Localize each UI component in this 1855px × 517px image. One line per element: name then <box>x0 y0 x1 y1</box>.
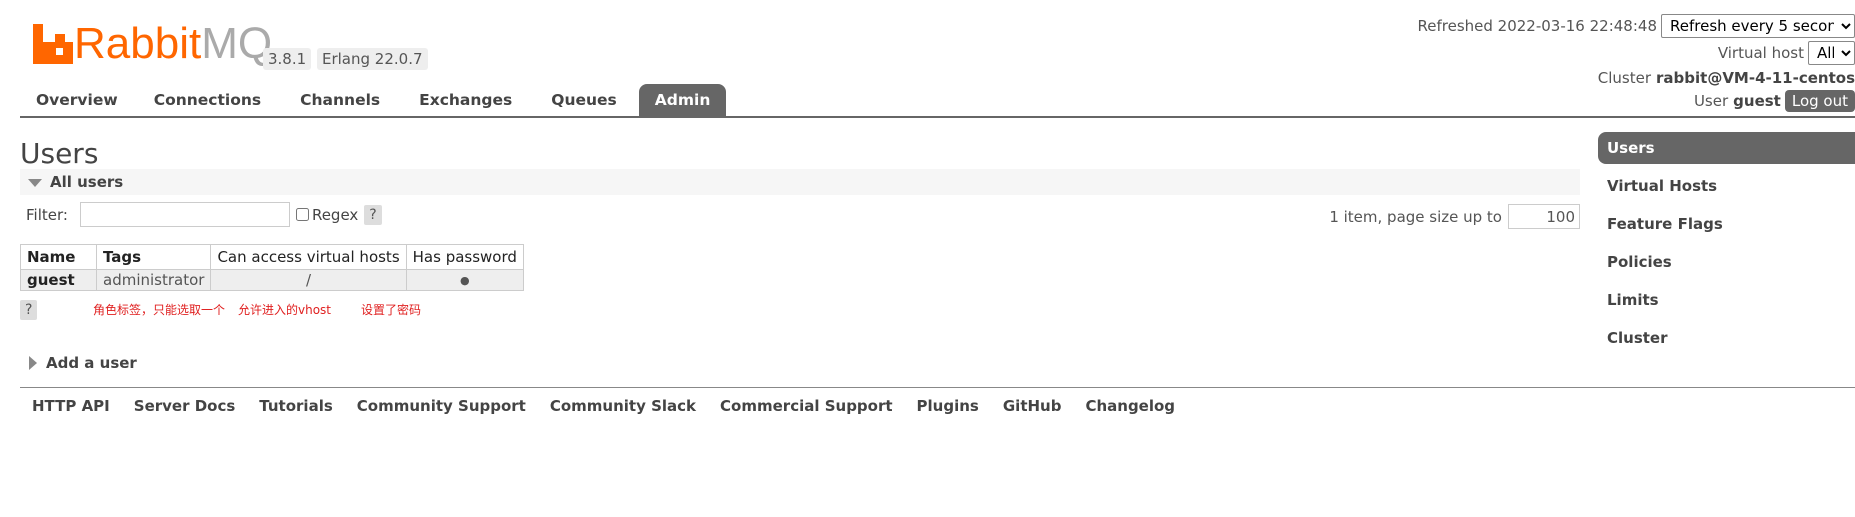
regex-checkbox[interactable] <box>295 208 309 221</box>
column-header-tags[interactable]: Tags <box>95 244 212 270</box>
user-name-link[interactable]: guest <box>20 269 97 291</box>
footer-link-server-docs[interactable]: Server Docs <box>122 396 248 416</box>
page-info-label: 1 item, page size up to <box>1329 207 1502 226</box>
version-badge: 3.8.1 <box>263 48 312 70</box>
all-users-section-toggle[interactable]: All users <box>20 169 1580 195</box>
footer-link-http-api[interactable]: HTTP API <box>20 396 122 416</box>
page-size-input[interactable] <box>1508 204 1580 229</box>
cluster-name: rabbit@VM-4-11-centos <box>1656 69 1855 87</box>
footer-link-commercial-support[interactable]: Commercial Support <box>708 396 905 416</box>
cluster-label: Cluster <box>1597 69 1652 87</box>
table-row[interactable]: guest administrator / ● <box>20 269 524 291</box>
expand-triangle-icon <box>29 356 37 370</box>
add-user-label: Add a user <box>46 354 137 372</box>
refresh-interval-select[interactable]: Refresh every 5 seconds <box>1661 14 1855 38</box>
tab-underline <box>20 116 1855 118</box>
erlang-version-badge: Erlang 22.0.7 <box>317 48 428 70</box>
footer-link-community-slack[interactable]: Community Slack <box>538 396 708 416</box>
vhost-row: Virtual host All <box>1718 41 1855 65</box>
rabbitmq-logo[interactable]: RabbitMQ TM <box>33 19 286 68</box>
rabbitmq-mark-icon <box>33 24 73 64</box>
regex-help-button[interactable]: ? <box>364 204 382 225</box>
column-header-has-password: Has password <box>405 244 524 270</box>
footer-link-community-support[interactable]: Community Support <box>345 396 538 416</box>
main-tabs: Overview Connections Channels Exchanges … <box>20 84 727 117</box>
page-title: Users <box>20 137 99 170</box>
sidebar-item-feature-flags[interactable]: Feature Flags <box>1598 208 1855 240</box>
collapse-triangle-icon <box>28 178 42 187</box>
tab-admin[interactable]: Admin <box>638 84 727 117</box>
footer-link-plugins[interactable]: Plugins <box>905 396 991 416</box>
tab-overview[interactable]: Overview <box>20 84 134 117</box>
footer-link-github[interactable]: GitHub <box>991 396 1074 416</box>
column-header-vhosts: Can access virtual hosts <box>210 244 407 270</box>
footer-links: HTTP API Server Docs Tutorials Community… <box>20 396 1187 416</box>
footer-link-changelog[interactable]: Changelog <box>1073 396 1187 416</box>
footer-divider <box>20 387 1855 388</box>
refreshed-timestamp: Refreshed 2022-03-16 22:48:48 <box>1417 17 1657 35</box>
tab-connections[interactable]: Connections <box>134 84 280 117</box>
has-password-dot: ● <box>405 269 524 291</box>
filter-input[interactable] <box>79 202 290 227</box>
tab-queues[interactable]: Queues <box>531 84 639 117</box>
logout-button[interactable]: Log out <box>1784 90 1855 112</box>
regex-label: Regex <box>311 205 359 224</box>
virtual-host-select[interactable]: All <box>1808 41 1855 65</box>
table-help-button[interactable]: ? <box>20 300 38 320</box>
virtual-host-label: Virtual host <box>1717 44 1804 62</box>
user-row: User guest Log out <box>1694 90 1855 112</box>
sidebar-item-users[interactable]: Users <box>1598 132 1855 164</box>
refresh-row: Refreshed 2022-03-16 22:48:48 Refresh ev… <box>1418 14 1855 38</box>
section-title: All users <box>50 173 124 191</box>
column-header-name[interactable]: Name <box>20 244 97 270</box>
add-user-section-toggle[interactable]: Add a user <box>29 354 137 372</box>
sidebar-item-limits[interactable]: Limits <box>1598 284 1855 316</box>
password-annotation: 设置了密码 <box>361 303 422 317</box>
filter-row: Filter: Regex ? <box>26 202 382 227</box>
users-table: Name Tags Can access virtual hosts Has p… <box>20 244 524 291</box>
user-vhosts-cell: / <box>210 269 407 291</box>
tags-annotation: 角色标签，只能选取一个 <box>93 303 226 317</box>
filter-label: Filter: <box>26 205 68 224</box>
tab-exchanges[interactable]: Exchanges <box>399 84 531 117</box>
tab-channels[interactable]: Channels <box>280 84 399 117</box>
footer-link-tutorials[interactable]: Tutorials <box>247 396 344 416</box>
cluster-row: Cluster rabbit@VM-4-11-centos <box>1598 69 1855 87</box>
sidebar-item-policies[interactable]: Policies <box>1598 246 1855 278</box>
admin-side-nav: Users Virtual Hosts Feature Flags Polici… <box>1598 132 1855 360</box>
user-name: guest <box>1733 92 1781 110</box>
user-label: User <box>1693 92 1729 110</box>
sidebar-item-cluster[interactable]: Cluster <box>1598 322 1855 354</box>
sidebar-item-virtual-hosts[interactable]: Virtual Hosts <box>1598 170 1855 202</box>
vhost-annotation: 允许进入的vhost <box>238 303 332 317</box>
user-tags-cell: administrator <box>95 269 212 291</box>
pagination-info: 1 item, page size up to <box>1329 204 1580 229</box>
table-header-row: Name Tags Can access virtual hosts Has p… <box>20 244 524 270</box>
logo-wordmark: RabbitMQ <box>74 19 273 68</box>
